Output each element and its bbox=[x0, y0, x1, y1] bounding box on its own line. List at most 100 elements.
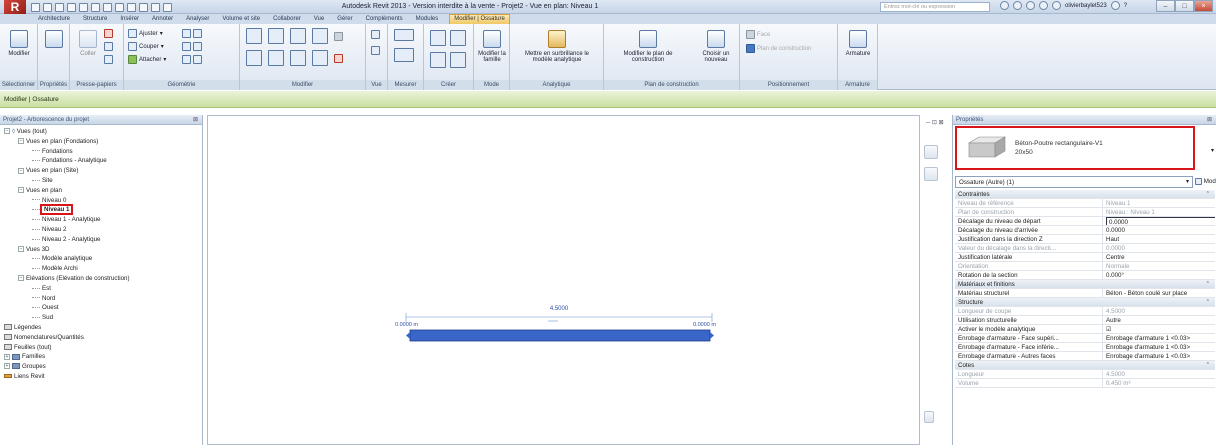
create-parts-icon[interactable] bbox=[430, 52, 446, 68]
tree-node[interactable]: − Elévations (Elévation de construction) bbox=[0, 274, 202, 284]
close-windows-icon[interactable] bbox=[163, 2, 172, 12]
edit-work-plane-button[interactable]: Modifier le plan de construction bbox=[612, 28, 684, 72]
modify-button[interactable]: Modifier bbox=[3, 28, 35, 72]
split-face-icon[interactable] bbox=[193, 55, 202, 64]
tree-node[interactable]: − Vues en plan bbox=[0, 186, 202, 196]
property-category[interactable]: Contraintes ⌃ bbox=[955, 190, 1215, 199]
zoom-icon[interactable] bbox=[924, 167, 938, 181]
tab-7[interactable]: Vue bbox=[312, 15, 326, 24]
property-value[interactable]: 0.000° bbox=[1103, 271, 1215, 279]
property-value[interactable]: Enrobage d'armature 1 <0.03> bbox=[1103, 352, 1215, 360]
property-value[interactable]: Enrobage d'armature 1 <0.03> bbox=[1103, 334, 1215, 342]
close-icon[interactable]: ⊠ bbox=[1207, 115, 1212, 125]
trim-button[interactable]: Ajuster ▾ bbox=[128, 29, 163, 38]
type-dropdown-arrow[interactable]: ▾ bbox=[1211, 147, 1214, 154]
wall-joins-icon[interactable] bbox=[193, 42, 202, 51]
tree-node[interactable]: − ◊ Vues (tout) bbox=[0, 127, 202, 137]
property-category[interactable]: Matériaux et finitions ⌃ bbox=[955, 280, 1215, 289]
offset-left-label[interactable]: 0.0000 m bbox=[395, 322, 418, 328]
help-button[interactable]: ? bbox=[1124, 3, 1127, 9]
rotate-icon[interactable] bbox=[290, 50, 306, 66]
property-value[interactable]: 0.0000 bbox=[1103, 217, 1215, 225]
collapse-icon[interactable]: − bbox=[18, 245, 24, 252]
dimension-tool-icon[interactable] bbox=[394, 48, 414, 62]
tree-node[interactable]: Modèle Archi bbox=[0, 264, 202, 274]
rebar-button[interactable]: Armature bbox=[842, 28, 874, 72]
highlight-analytic-button[interactable]: Mettre en surbrillance le modèle analyti… bbox=[518, 28, 596, 72]
copy-icon[interactable] bbox=[104, 42, 113, 51]
create-similar-icon[interactable] bbox=[450, 30, 466, 46]
join-icon[interactable] bbox=[182, 29, 191, 38]
unjoin-icon[interactable] bbox=[193, 29, 202, 38]
user-icon[interactable] bbox=[1052, 1, 1061, 10]
tree-node[interactable]: Modèle analytique bbox=[0, 254, 202, 264]
dimension-icon[interactable] bbox=[91, 2, 100, 12]
tab-6[interactable]: Collaborer bbox=[271, 15, 303, 24]
communication-icon[interactable] bbox=[1026, 1, 1035, 10]
offset-icon[interactable] bbox=[268, 28, 284, 44]
view-controls[interactable]: ─ ⊡ ⊠ bbox=[926, 119, 944, 126]
close-button[interactable]: × bbox=[1194, 0, 1213, 12]
tree-node[interactable]: Site bbox=[0, 176, 202, 186]
collapse-icon[interactable]: ⌃ bbox=[1206, 190, 1210, 199]
property-category[interactable]: Structure ⌃ bbox=[955, 298, 1215, 307]
trim-extend-icon[interactable] bbox=[312, 50, 328, 66]
paste-button[interactable]: Coller bbox=[72, 28, 104, 72]
binoculars-icon[interactable] bbox=[1000, 1, 1009, 10]
collapse-icon[interactable]: ⌃ bbox=[1206, 298, 1210, 307]
tree-node[interactable]: Niveau 1 - Analytique bbox=[0, 215, 202, 225]
tab-3[interactable]: Annoter bbox=[150, 15, 175, 24]
property-value[interactable]: Centre bbox=[1103, 253, 1215, 261]
collapse-icon[interactable]: − bbox=[18, 275, 24, 282]
align-icon[interactable] bbox=[246, 28, 262, 44]
exchange-icon[interactable] bbox=[1110, 1, 1120, 10]
match-type-icon[interactable] bbox=[104, 55, 113, 64]
text-icon[interactable] bbox=[115, 2, 124, 12]
tab-9[interactable]: Compléments bbox=[364, 15, 405, 24]
beam-element[interactable] bbox=[409, 329, 711, 342]
delete-icon[interactable] bbox=[334, 53, 343, 63]
tab-5[interactable]: Volume et site bbox=[220, 15, 262, 24]
search-input[interactable]: Entrez mot-clé ou expression bbox=[880, 2, 990, 12]
move-icon[interactable] bbox=[246, 50, 262, 66]
mirror-draw-icon[interactable] bbox=[312, 28, 328, 44]
move-small-icon[interactable] bbox=[334, 31, 343, 41]
property-value[interactable]: Béton - Béton coulé sur place bbox=[1103, 289, 1215, 297]
attach-button[interactable]: Attacher ▾ bbox=[128, 55, 166, 64]
close-icon[interactable]: ⊠ bbox=[193, 115, 198, 125]
tree-node[interactable]: Niveau 2 - Analytique bbox=[0, 235, 202, 245]
collapse-icon[interactable]: − bbox=[18, 167, 24, 174]
instance-filter[interactable]: Ossature (Autre) (1) ▾ bbox=[955, 176, 1193, 188]
undo-icon[interactable] bbox=[55, 2, 64, 12]
drawing-canvas[interactable]: 4.5000 0.0000 m 0.0000 m bbox=[207, 115, 920, 445]
tree-node[interactable]: Nord bbox=[0, 294, 202, 304]
mirror-axis-icon[interactable] bbox=[290, 28, 306, 44]
tree-node[interactable]: Est bbox=[0, 284, 202, 294]
property-value[interactable]: Autre bbox=[1103, 316, 1215, 324]
hide-icon[interactable] bbox=[371, 46, 380, 55]
collapse-icon[interactable]: − bbox=[4, 128, 10, 135]
tree-node[interactable]: Sud bbox=[0, 313, 202, 323]
property-value-input[interactable]: 0.0000 bbox=[1106, 217, 1215, 225]
open-icon[interactable] bbox=[31, 2, 40, 12]
tree-node[interactable]: Niveau 0 bbox=[0, 196, 202, 206]
measure-icon[interactable] bbox=[79, 2, 88, 12]
properties-button[interactable] bbox=[38, 28, 70, 72]
tab-4[interactable]: Analyser bbox=[184, 15, 211, 24]
create-group-icon[interactable] bbox=[430, 30, 446, 46]
save-icon[interactable] bbox=[43, 2, 52, 12]
3d-view-icon[interactable] bbox=[127, 2, 136, 12]
work-plane-option[interactable]: Plan de construction bbox=[746, 44, 811, 53]
tree-node[interactable]: Niveau 1 bbox=[0, 204, 202, 216]
property-value[interactable]: 0.0000 bbox=[1103, 226, 1215, 234]
offset-right-label[interactable]: 0.0000 m bbox=[693, 322, 716, 328]
collapse-icon[interactable]: ⌃ bbox=[1206, 280, 1210, 289]
property-value[interactable]: Enrobage d'armature 1 <0.03> bbox=[1103, 343, 1215, 351]
redo-icon[interactable] bbox=[67, 2, 76, 12]
tree-node[interactable]: − Vues en plan (Fondations) bbox=[0, 137, 202, 147]
dimension-value[interactable]: 4.5000 bbox=[550, 306, 569, 312]
tree-node[interactable]: − Vues 3D bbox=[0, 245, 202, 255]
tree-node[interactable]: Niveau 2 bbox=[0, 225, 202, 235]
tree-node[interactable]: Fondations bbox=[0, 147, 202, 157]
collapse-icon[interactable]: ⌃ bbox=[1206, 361, 1210, 370]
